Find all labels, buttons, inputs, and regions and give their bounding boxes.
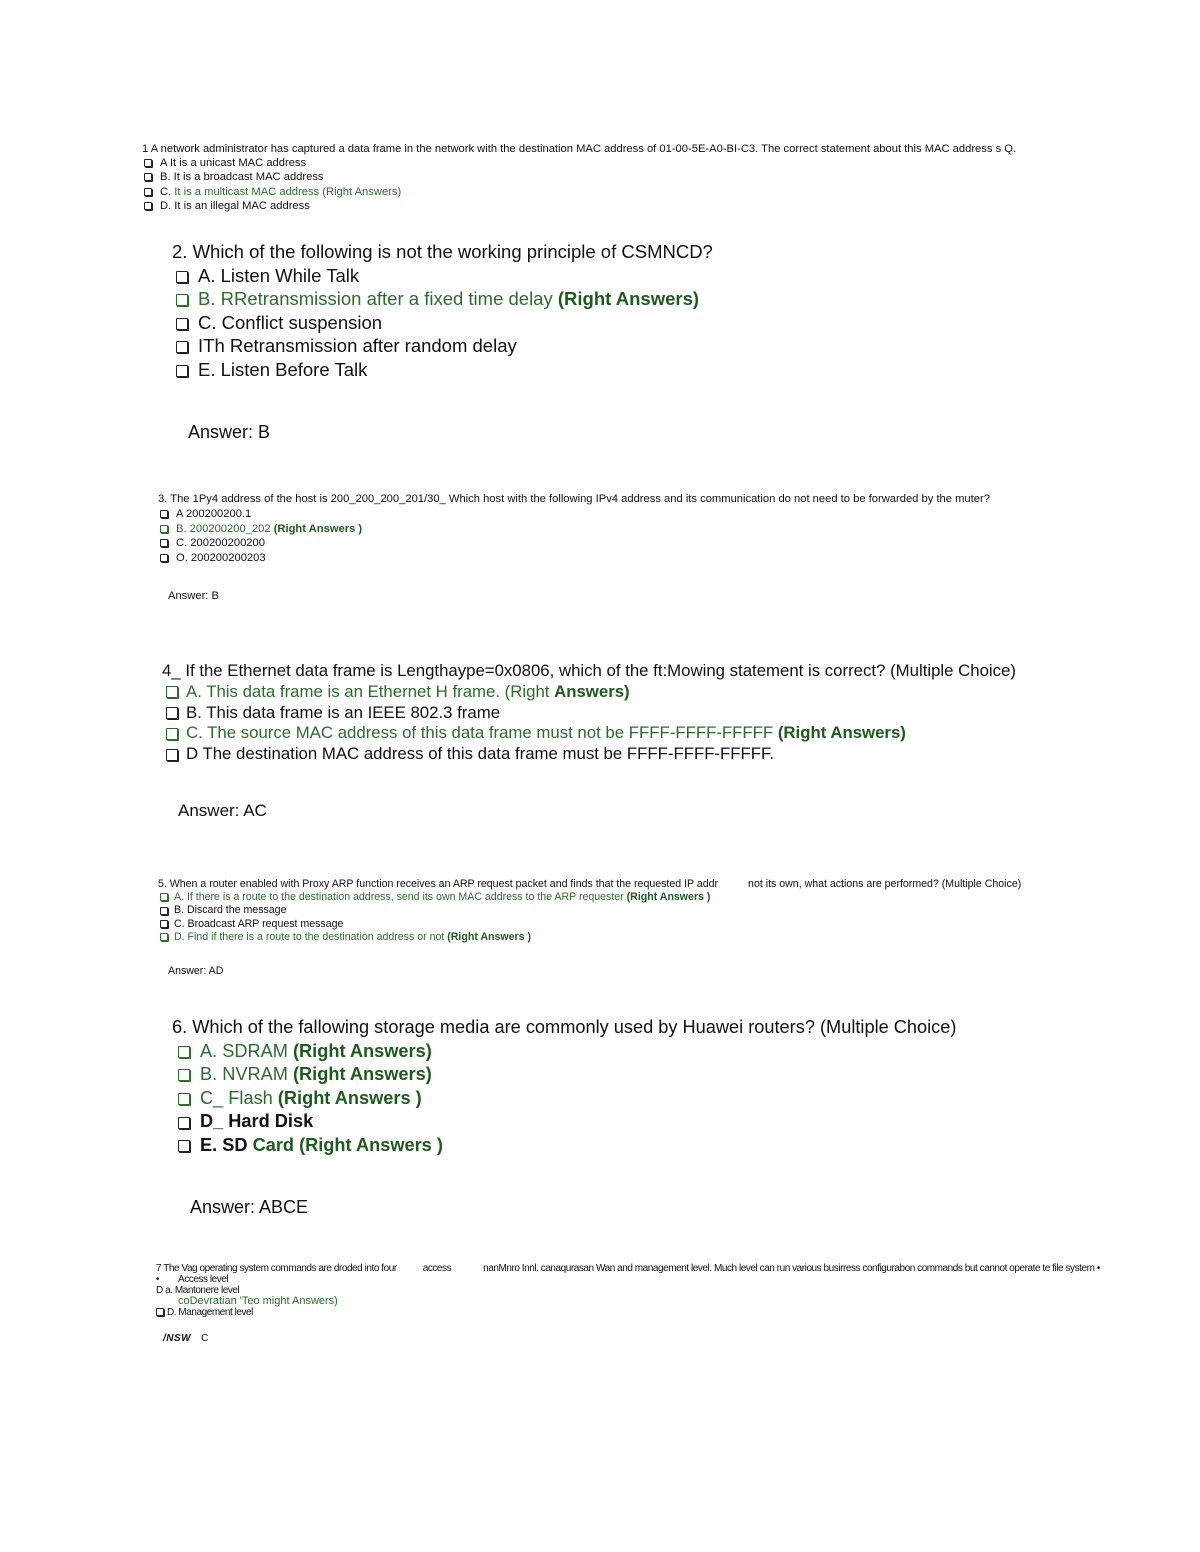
checkbox-icon[interactable] bbox=[144, 159, 152, 168]
question-2: 2. Which of the following is not the wor… bbox=[172, 240, 713, 381]
checkbox-icon[interactable] bbox=[160, 919, 168, 928]
checkbox-icon[interactable] bbox=[176, 341, 188, 354]
checkbox-icon[interactable] bbox=[160, 539, 168, 548]
option-5d[interactable]: D. Find if there is a route to the desti… bbox=[158, 931, 1021, 944]
option-2b[interactable]: B. RRetransmission after a fixed time de… bbox=[172, 287, 713, 311]
checkbox-icon[interactable] bbox=[144, 201, 152, 210]
option-3c[interactable]: C. 200200200200 bbox=[158, 536, 990, 551]
right-answer-tag: Answers) bbox=[554, 681, 630, 701]
option-3a[interactable]: A 200200200.1 bbox=[158, 507, 990, 522]
right-answer-tag: (Right Answers ) bbox=[626, 891, 711, 904]
question-5-text: 5. When a router enabled with Proxy ARP … bbox=[158, 878, 1022, 890]
option-6c[interactable]: C_ Flash (Right Answers ) bbox=[172, 1087, 956, 1111]
option-2c[interactable]: C. Conflict suspension bbox=[172, 311, 713, 335]
option-2d[interactable]: ITh Retransmission after random delay bbox=[172, 334, 713, 358]
question-7: 7 The Vag operating system commands are … bbox=[156, 1263, 1100, 1318]
checkbox-icon[interactable] bbox=[178, 1140, 190, 1153]
option-5b[interactable]: B. Discard the message bbox=[158, 904, 1021, 917]
checkbox-icon[interactable] bbox=[176, 364, 188, 377]
question-3-text: 3. The 1Py4 address of the host is 200_2… bbox=[158, 493, 990, 505]
question-5: 5. When a router enabled with Proxy ARP … bbox=[158, 878, 1021, 944]
checkbox-icon[interactable] bbox=[160, 524, 168, 533]
checkbox-icon[interactable] bbox=[160, 933, 168, 942]
checkbox-icon[interactable] bbox=[178, 1092, 190, 1105]
option-7a[interactable]: • Access level bbox=[156, 1274, 1100, 1285]
question-7-text: 7 The Vag operating system commands are … bbox=[156, 1263, 1100, 1274]
answer-3: Answer: B bbox=[168, 590, 219, 602]
checkbox-icon[interactable] bbox=[144, 187, 152, 196]
right-answer-tag: (Right Answers) bbox=[557, 288, 700, 309]
checkbox-icon[interactable] bbox=[178, 1069, 190, 1082]
question-3: 3. The 1Py4 address of the host is 200_2… bbox=[158, 492, 990, 566]
question-6-text: 6. Which of the fallowing storage media … bbox=[172, 1017, 957, 1037]
checkbox-icon[interactable] bbox=[156, 1308, 164, 1317]
checkbox-icon[interactable] bbox=[176, 317, 188, 330]
option-1c[interactable]: C. It is a multicast MAC address (Right … bbox=[142, 185, 1016, 199]
option-2e[interactable]: E. Listen Before Talk bbox=[172, 358, 713, 382]
right-answer-tag: (Right Answers) bbox=[777, 723, 906, 743]
option-1a[interactable]: A It is a unicast MAC address bbox=[142, 156, 1016, 170]
right-answer-tag: (Right Answers) bbox=[292, 1040, 432, 1061]
question-1-text: 1 A network administrator has captured a… bbox=[142, 143, 1017, 155]
option-6e[interactable]: E. SD Card (Right Answers ) bbox=[172, 1134, 956, 1158]
answer-2: Answer: B bbox=[188, 422, 271, 442]
right-answer-tag: (Right Answers ) bbox=[273, 522, 363, 535]
checkbox-icon[interactable] bbox=[144, 173, 152, 182]
option-2a[interactable]: A. Listen While Talk bbox=[172, 264, 713, 288]
option-7d[interactable]: D. Management level bbox=[156, 1307, 1100, 1318]
checkbox-icon[interactable] bbox=[178, 1045, 190, 1058]
answer-7: /NSW C bbox=[163, 1333, 209, 1344]
checkbox-icon[interactable] bbox=[160, 509, 168, 518]
checkbox-icon[interactable] bbox=[176, 270, 188, 283]
checkbox-icon[interactable] bbox=[176, 294, 188, 307]
option-1b[interactable]: B. It is a broadcast MAC address bbox=[142, 170, 1016, 184]
question-1: 1 A network administrator has captured a… bbox=[142, 142, 1016, 213]
right-answer-tag: (Right Answers) bbox=[292, 1064, 432, 1085]
option-5c[interactable]: C. Broadcast ARP request message bbox=[158, 918, 1021, 931]
checkbox-icon[interactable] bbox=[166, 748, 178, 761]
option-1d[interactable]: D. It is an illegal MAC address bbox=[142, 199, 1016, 213]
right-answer-tag: (Right Answers ) bbox=[277, 1087, 422, 1108]
option-5a[interactable]: A. If there is a route to the destinatio… bbox=[158, 891, 1021, 904]
answer-5: Answer: AD bbox=[168, 965, 224, 977]
checkbox-icon[interactable] bbox=[160, 893, 168, 902]
checkbox-icon[interactable] bbox=[160, 906, 168, 915]
option-4c[interactable]: C. The source MAC address of this data f… bbox=[162, 723, 1016, 744]
question-6: 6. Which of the fallowing storage media … bbox=[172, 1016, 956, 1158]
checkbox-icon[interactable] bbox=[166, 686, 178, 699]
question-4-text: 4_ If the Ethernet data frame is Lengtha… bbox=[162, 661, 1016, 680]
checkbox-icon[interactable] bbox=[166, 707, 178, 720]
checkbox-icon[interactable] bbox=[166, 727, 178, 740]
option-4b[interactable]: B. This data frame is an IEEE 802.3 fram… bbox=[162, 703, 1016, 724]
right-answer-tag: (Right Answers ) bbox=[447, 930, 532, 943]
option-6d[interactable]: D_ Hard Disk bbox=[172, 1110, 956, 1134]
checkbox-icon[interactable] bbox=[178, 1116, 190, 1129]
option-3b[interactable]: B. 200200200_202 (Right Answers ) bbox=[158, 522, 990, 537]
option-4d[interactable]: D The destination MAC address of this da… bbox=[162, 744, 1016, 765]
question-4: 4_ If the Ethernet data frame is Lengtha… bbox=[162, 661, 1016, 765]
question-2-text: 2. Which of the following is not the wor… bbox=[172, 241, 713, 262]
option-3d[interactable]: O. 200200200203 bbox=[158, 551, 990, 566]
option-4a[interactable]: A. This data frame is an Ethernet H fram… bbox=[162, 682, 1016, 703]
option-7c[interactable]: coDevratian 'Teo might Answers) bbox=[156, 1296, 1100, 1307]
answer-4: Answer: AC bbox=[178, 801, 267, 820]
checkbox-icon[interactable] bbox=[160, 554, 168, 563]
answer-6: Answer: ABCE bbox=[190, 1197, 309, 1217]
option-6a[interactable]: A. SDRAM (Right Answers) bbox=[172, 1040, 956, 1064]
option-6b[interactable]: B. NVRAM (Right Answers) bbox=[172, 1063, 956, 1087]
